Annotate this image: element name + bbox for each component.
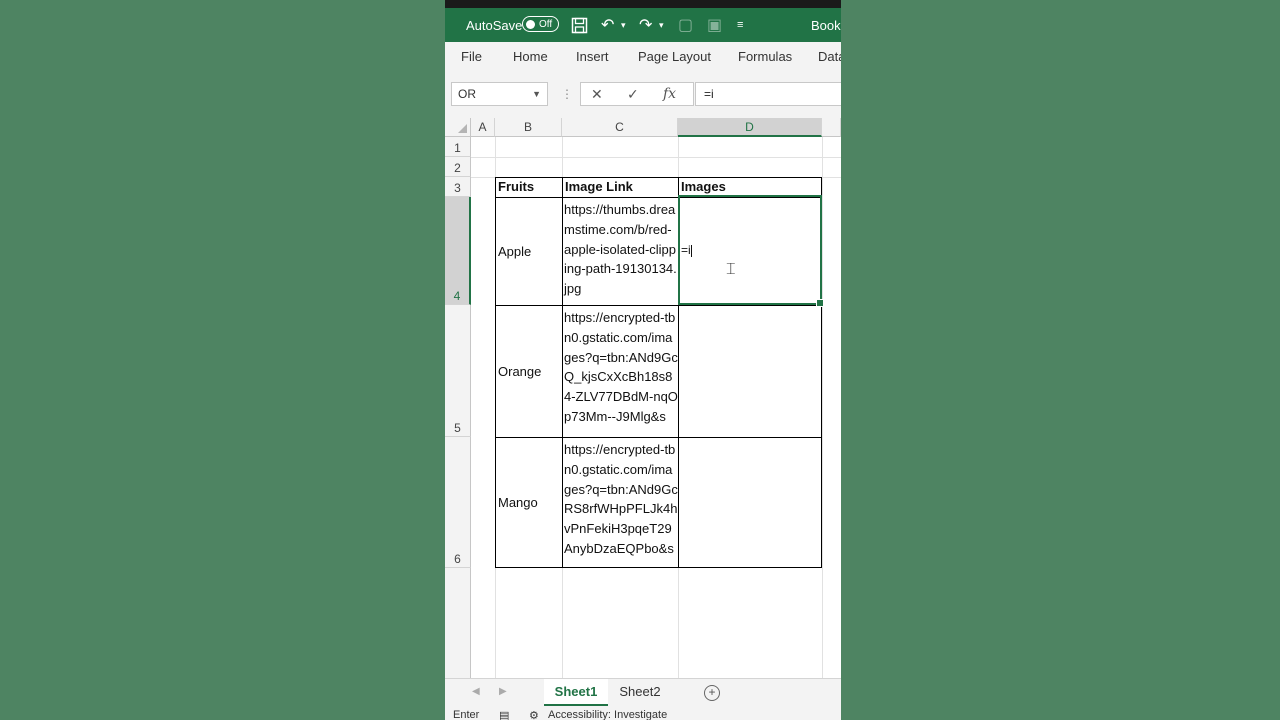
form-icon[interactable]: ▣ [707,8,722,42]
fruit-cell-orange[interactable]: Orange [495,305,562,437]
undo-icon[interactable]: ↶ [601,8,614,42]
row-header-1[interactable]: 1 [445,137,471,157]
title-bar: AutoSave Off ↶ ▾ ↷ ▾ ▢ ▣ ≡ Book1 [445,8,841,42]
name-box-value: OR [458,87,476,101]
autosave-label: AutoSave [466,17,523,33]
sheet-tab-bar: ◀ ▶ Sheet1 Sheet2 + [445,678,841,707]
fruit-cell-mango[interactable]: Mango [495,437,562,568]
header-image-link[interactable]: Image Link [562,177,678,197]
text-cursor-icon: ⌶ [726,259,736,278]
column-header-a[interactable]: A [471,118,495,137]
save-icon[interactable] [571,8,588,42]
status-mode: Enter [453,709,480,720]
tab-data[interactable]: Data [818,42,841,72]
header-images[interactable]: Images [678,177,822,197]
tab-file[interactable]: File [461,42,482,72]
fill-handle[interactable] [816,299,824,307]
macro-record-icon[interactable]: ▤ [499,709,509,720]
row-header-4[interactable]: 4 [445,197,471,305]
chevron-down-icon[interactable]: ▼ [532,83,541,105]
worksheet-grid: A B C D 1 2 3 4 5 6 Fruits Image Link Im… [445,118,841,678]
ribbon-tabs: File Home Insert Page Layout Formulas Da… [445,42,841,73]
row-header-3[interactable]: 3 [445,177,471,197]
customize-toolbar-icon[interactable]: ≡ [737,8,743,42]
row-header-2[interactable]: 2 [445,157,471,177]
column-header-e[interactable] [822,118,841,137]
sheet-tab-sheet1[interactable]: Sheet1 [544,679,608,706]
cancel-icon[interactable]: ✕ [591,83,603,105]
formula-input[interactable]: =i [695,82,841,106]
link-cell-mango[interactable]: https://encrypted-tbn0.gstatic.com/image… [562,437,678,568]
link-cell-apple[interactable]: https://thumbs.dreamstime.com/b/red-appl… [562,197,678,305]
column-header-c[interactable]: C [562,118,678,137]
tab-home[interactable]: Home [513,42,548,72]
column-header-b[interactable]: B [495,118,562,137]
autosave-state: Off [539,18,553,30]
redo-icon[interactable]: ↷ [639,8,652,42]
select-all-corner[interactable] [445,118,471,137]
accessibility-icon[interactable]: ⚙ [529,709,539,720]
active-cell-d4[interactable] [678,195,824,307]
window-top-edge [445,0,841,8]
undo-dropdown-icon[interactable]: ▾ [621,8,626,42]
excel-window: AutoSave Off ↶ ▾ ↷ ▾ ▢ ▣ ≡ Book1 File Ho… [445,0,841,720]
link-cell-orange[interactable]: https://encrypted-tbn0.gstatic.com/image… [562,305,678,437]
status-bar: Enter ▤ ⚙ Accessibility: Investigate [445,706,841,720]
share-screen-icon[interactable]: ▢ [678,8,693,42]
row-header-filler [445,568,471,678]
next-sheet-icon[interactable]: ▶ [499,686,507,697]
enter-check-icon[interactable]: ✓ [627,83,639,105]
formula-bar: OR ▼ ⋮ ✕ ✓ fx =i [445,72,841,118]
tab-page-layout[interactable]: Page Layout [638,42,711,72]
prev-sheet-icon[interactable]: ◀ [472,686,480,697]
insert-function-icon[interactable]: fx [663,83,676,105]
accessibility-status[interactable]: Accessibility: Investigate [548,709,667,720]
header-fruits[interactable]: Fruits [495,177,562,197]
column-header-d[interactable]: D [678,118,822,137]
add-sheet-icon[interactable]: + [704,685,720,701]
redo-dropdown-icon[interactable]: ▾ [659,8,664,42]
row-header-6[interactable]: 6 [445,437,471,568]
autosave-toggle[interactable]: Off [522,16,559,32]
fruit-cell-apple[interactable]: Apple [495,197,562,305]
formula-bar-handle-icon[interactable]: ⋮ [561,82,573,106]
toggle-knob [526,19,535,29]
name-box[interactable]: OR ▼ [451,82,548,106]
tab-formulas[interactable]: Formulas [738,42,792,72]
sheet-tab-sheet2[interactable]: Sheet2 [611,679,669,706]
row-header-5[interactable]: 5 [445,305,471,437]
tab-insert[interactable]: Insert [576,42,609,72]
cell-edit-text: =i [681,243,692,257]
formula-buttons: ✕ ✓ fx [580,82,694,106]
workbook-title: Book1 [811,17,841,33]
